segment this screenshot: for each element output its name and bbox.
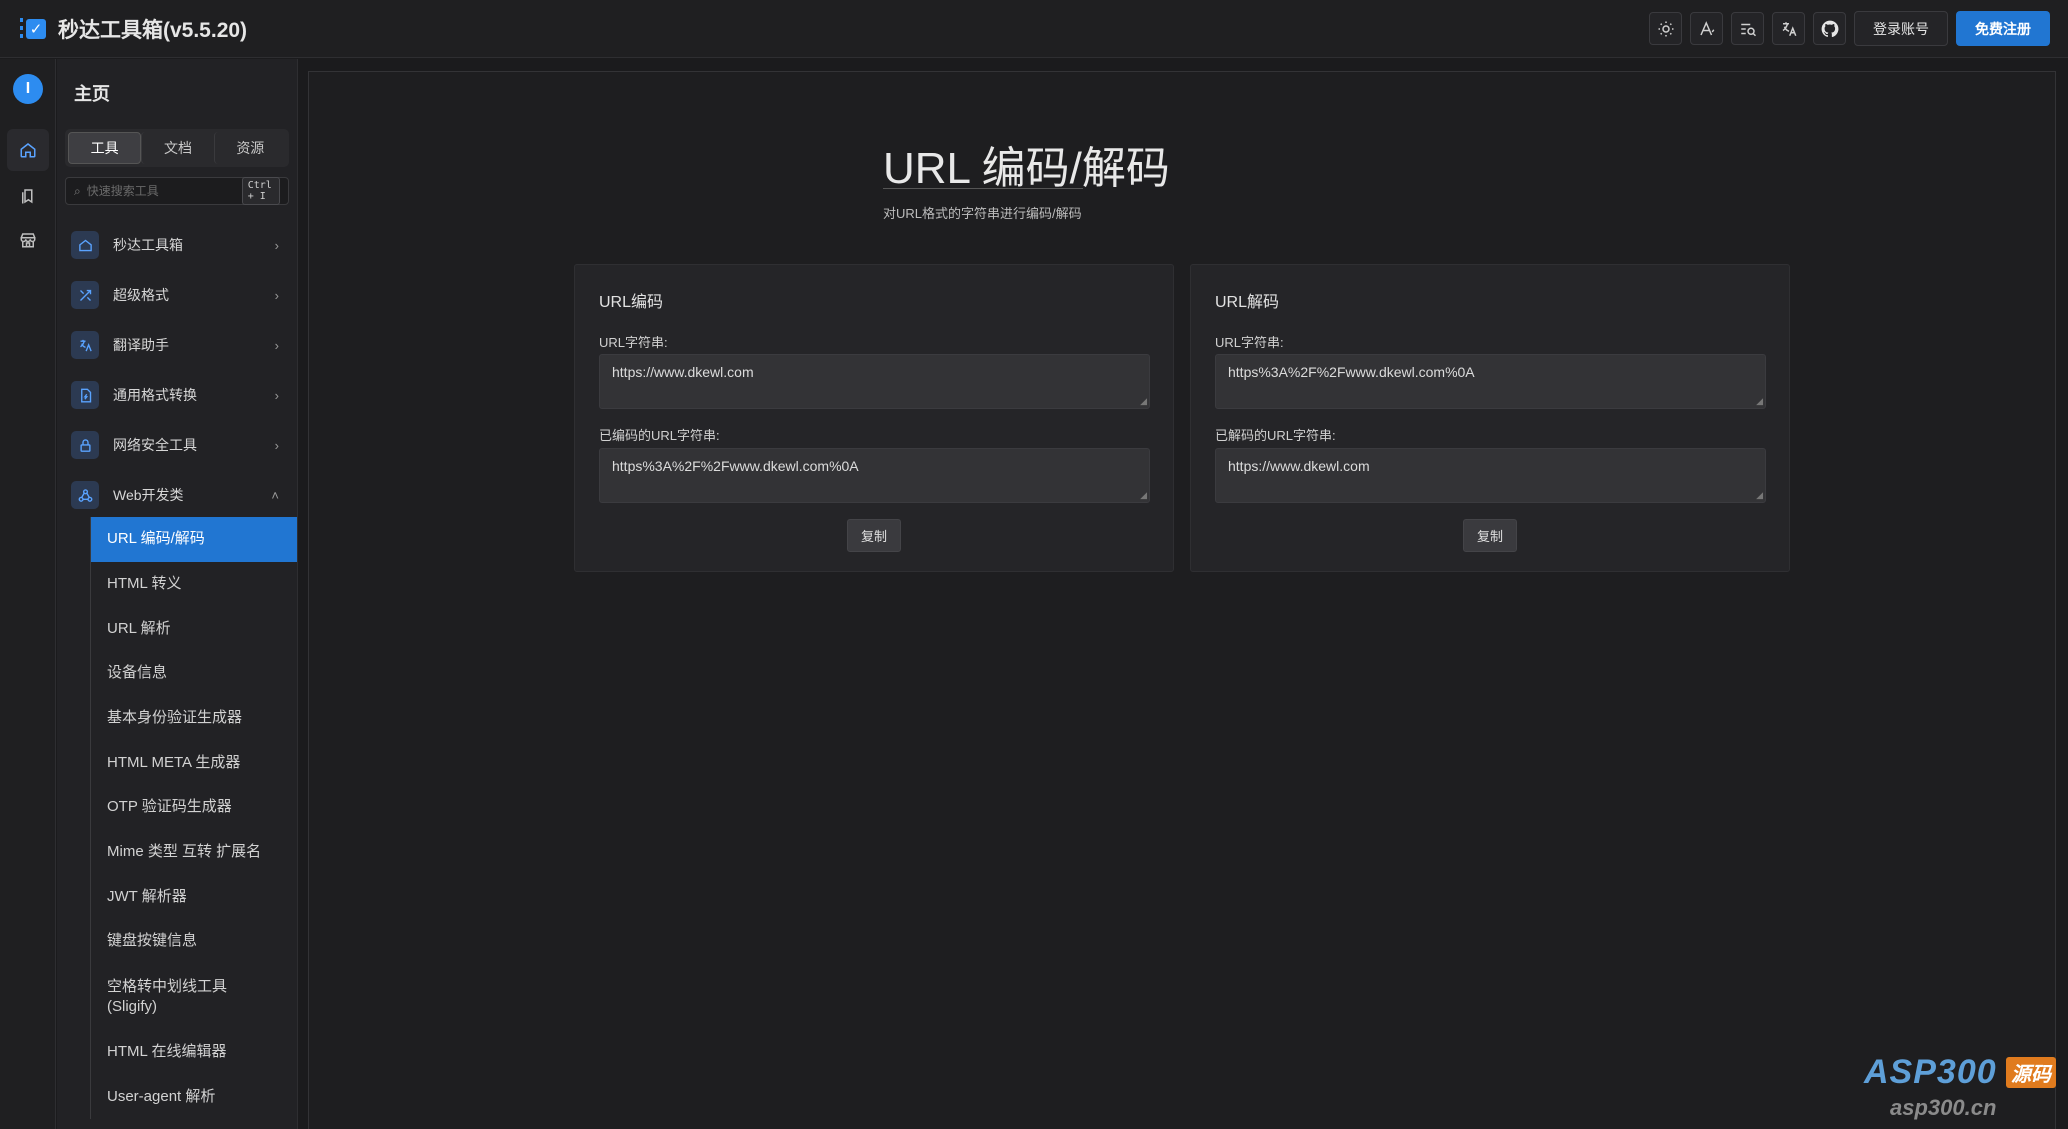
url-encode-card: URL编码 URL字符串: https://www.dkewl.com ◢ 已编… bbox=[574, 264, 1174, 572]
encode-output-field[interactable]: https%3A%2F%2Fwww.dkewl.com%0A ◢ bbox=[599, 448, 1150, 503]
encode-output-value: https%3A%2F%2Fwww.dkewl.com%0A bbox=[612, 458, 859, 474]
login-button[interactable]: 登录账号 bbox=[1854, 11, 1948, 46]
resize-grip-icon[interactable]: ◢ bbox=[1756, 490, 1763, 501]
file-convert-icon bbox=[71, 381, 99, 409]
tools-icon bbox=[71, 281, 99, 309]
web-dev-tool-list: URL 编码/解码 HTML 转义 URL 解析 设备信息 基本身份验证生成器 … bbox=[90, 517, 297, 1120]
tool-device-info[interactable]: 设备信息 bbox=[91, 651, 297, 696]
resize-grip-icon[interactable]: ◢ bbox=[1140, 396, 1147, 407]
watermark-top-text: ASP300 bbox=[1864, 1053, 1997, 1091]
encode-input-field[interactable]: https://www.dkewl.com ◢ bbox=[599, 354, 1150, 409]
output-label: 已解码的URL字符串: bbox=[1215, 428, 1336, 443]
sun-icon[interactable] bbox=[1649, 12, 1682, 45]
rail-logo-icon[interactable]: I bbox=[13, 74, 43, 104]
card-title: URL解码 bbox=[1215, 294, 1280, 311]
page-description: 对URL格式的字符串进行编码/解码 bbox=[883, 206, 1082, 221]
chevron-right-icon: › bbox=[274, 337, 279, 353]
title-divider bbox=[883, 188, 1083, 189]
tab-resources[interactable]: 资源 bbox=[213, 132, 286, 164]
category-label: 通用格式转换 bbox=[113, 387, 197, 403]
resize-grip-icon[interactable]: ◢ bbox=[1140, 490, 1147, 501]
input-label: URL字符串: bbox=[599, 335, 668, 350]
input-label: URL字符串: bbox=[1215, 335, 1284, 350]
home-icon[interactable] bbox=[7, 129, 49, 171]
encode-input-value: https://www.dkewl.com bbox=[612, 364, 754, 380]
main-content: URL 编码/解码 对URL格式的字符串进行编码/解码 URL编码 URL字符串… bbox=[308, 71, 2056, 1129]
github-icon[interactable] bbox=[1813, 12, 1846, 45]
sidebar: 主页 工具 文档 资源 ⌕ Ctrl + I 秒达工具箱 › 超级格式 › 翻译… bbox=[57, 59, 298, 1129]
decode-output-field[interactable]: https://www.dkewl.com ◢ bbox=[1215, 448, 1766, 503]
category-super-format[interactable]: 超级格式 › bbox=[65, 274, 289, 316]
url-decode-card: URL解码 URL字符串: https%3A%2F%2Fwww.dkewl.co… bbox=[1190, 264, 1790, 572]
top-header: ✓ 秒达工具箱(v5.5.20) 登录账号 免费注册 bbox=[0, 0, 2068, 58]
category-web-dev[interactable]: Web开发类 ˄ bbox=[65, 474, 289, 516]
tool-html-meta-generator[interactable]: HTML META 生成器 bbox=[91, 740, 297, 785]
tool-url-encode-decode[interactable]: URL 编码/解码 bbox=[91, 517, 297, 562]
app-logo-icon: ✓ bbox=[18, 15, 46, 43]
sidebar-tabs: 工具 文档 资源 bbox=[65, 129, 289, 167]
tool-slugify[interactable]: 空格转中划线工具 (Sligify) bbox=[91, 964, 241, 1030]
decode-input-value: https%3A%2F%2Fwww.dkewl.com%0A bbox=[1228, 364, 1475, 380]
register-button[interactable]: 免费注册 bbox=[1956, 11, 2050, 46]
category-label: 秒达工具箱 bbox=[113, 237, 183, 253]
tool-search-input[interactable] bbox=[86, 184, 242, 198]
app-title: 秒达工具箱(v5.5.20) bbox=[58, 18, 248, 42]
tool-search: ⌕ Ctrl + I bbox=[65, 177, 289, 205]
chevron-right-icon: › bbox=[274, 387, 279, 403]
tool-user-agent-parser[interactable]: User-agent 解析 bbox=[91, 1075, 297, 1120]
encode-copy-button[interactable]: 复制 bbox=[847, 519, 902, 552]
translate-icon[interactable] bbox=[1772, 12, 1805, 45]
category-security[interactable]: 网络安全工具 › bbox=[65, 424, 289, 466]
chevron-right-icon: › bbox=[274, 237, 279, 253]
left-rail: I bbox=[0, 59, 56, 1129]
search-icon: ⌕ bbox=[74, 183, 81, 198]
tool-url-parse[interactable]: URL 解析 bbox=[91, 606, 297, 651]
resize-grip-icon[interactable]: ◢ bbox=[1756, 396, 1763, 407]
output-label: 已编码的URL字符串: bbox=[599, 428, 720, 443]
search-shortcut: Ctrl + I bbox=[241, 177, 280, 205]
category-label: Web开发类 bbox=[113, 487, 184, 503]
sidebar-title: 主页 bbox=[74, 84, 110, 104]
tool-mime-extension[interactable]: Mime 类型 互转 扩展名 bbox=[91, 830, 297, 875]
chevron-right-icon: › bbox=[274, 437, 279, 453]
category-label: 翻译助手 bbox=[113, 337, 169, 353]
watermark-bottom-text: asp300.cn bbox=[1890, 1095, 1997, 1120]
bookmark-icon[interactable] bbox=[7, 175, 49, 217]
category-label: 网络安全工具 bbox=[113, 437, 197, 453]
tool-jwt-parser[interactable]: JWT 解析器 bbox=[91, 875, 297, 920]
header-actions: 登录账号 免费注册 bbox=[1649, 11, 2050, 46]
tool-otp-generator[interactable]: OTP 验证码生成器 bbox=[91, 785, 297, 830]
category-translate[interactable]: 翻译助手 › bbox=[65, 324, 289, 366]
decode-copy-button[interactable]: 复制 bbox=[1463, 519, 1518, 552]
font-icon[interactable] bbox=[1690, 12, 1723, 45]
translate-icon bbox=[71, 331, 99, 359]
tab-tools[interactable]: 工具 bbox=[68, 132, 142, 164]
category-miaoda-toolbox[interactable]: 秒达工具箱 › bbox=[65, 224, 289, 266]
page-title: URL 编码/解码 bbox=[883, 144, 1170, 193]
search-list-icon[interactable] bbox=[1731, 12, 1764, 45]
lock-icon bbox=[71, 431, 99, 459]
tool-html-escape[interactable]: HTML 转义 bbox=[91, 562, 297, 607]
home-icon bbox=[71, 231, 99, 259]
category-label: 超级格式 bbox=[113, 287, 169, 303]
tool-basic-auth-generator[interactable]: 基本身份验证生成器 bbox=[91, 696, 297, 741]
watermark-badge: 源码 bbox=[2006, 1057, 2056, 1088]
decode-input-field[interactable]: https%3A%2F%2Fwww.dkewl.com%0A ◢ bbox=[1215, 354, 1766, 409]
category-format-convert[interactable]: 通用格式转换 › bbox=[65, 374, 289, 416]
chevron-up-icon: ˄ bbox=[271, 487, 279, 503]
card-title: URL编码 bbox=[599, 294, 664, 311]
tool-html-editor[interactable]: HTML 在线编辑器 bbox=[91, 1030, 297, 1075]
watermark-logo: ASP300 源码 asp300.cn bbox=[1864, 1053, 2064, 1123]
decode-output-value: https://www.dkewl.com bbox=[1228, 458, 1370, 474]
tool-keyboard-info[interactable]: 键盘按键信息 bbox=[91, 919, 297, 964]
store-icon[interactable] bbox=[7, 219, 49, 261]
tab-docs[interactable]: 文档 bbox=[141, 132, 213, 164]
webhook-icon bbox=[71, 481, 99, 509]
chevron-right-icon: › bbox=[274, 287, 279, 303]
